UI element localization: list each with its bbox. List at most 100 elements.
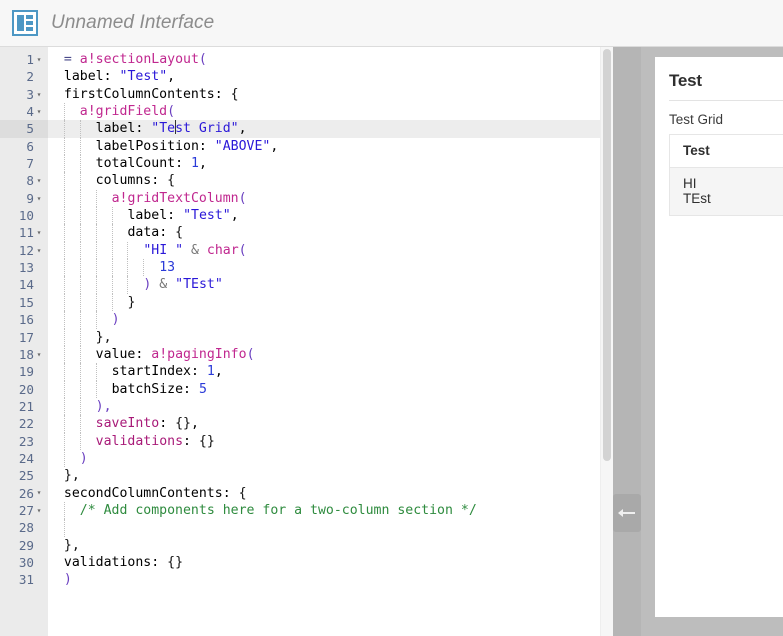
gutter-line-17[interactable]: 17 bbox=[0, 329, 48, 346]
tok-comma: , bbox=[198, 156, 207, 172]
gutter-line-3[interactable]: 3 ▾ bbox=[0, 86, 48, 103]
code-line-3[interactable]: firstColumnContents: { bbox=[48, 86, 613, 103]
tok-key-batchsize: batchSize bbox=[111, 381, 184, 397]
grid-column-header-test[interactable]: Test bbox=[670, 135, 783, 168]
code-line-10[interactable]: label: "Test", bbox=[48, 207, 613, 225]
gutter-line-24[interactable]: 24 bbox=[0, 450, 48, 467]
fold-toggle-icon[interactable]: ▾ bbox=[34, 346, 44, 363]
gutter-line-29[interactable]: 29 bbox=[0, 537, 48, 554]
gutter-line-1[interactable]: 1 ▾ bbox=[0, 51, 48, 68]
gutter-line-10[interactable]: 10 bbox=[0, 207, 48, 224]
indent-guide bbox=[127, 241, 143, 260]
gutter-line-28[interactable]: 28 bbox=[0, 519, 48, 536]
code-line-26[interactable]: secondColumnContents: { bbox=[48, 485, 613, 502]
code-line-24[interactable]: ) bbox=[48, 449, 613, 468]
gutter-line-20[interactable]: 20 bbox=[0, 381, 48, 398]
gutter-line-26[interactable]: 26 ▾ bbox=[0, 485, 48, 502]
splitter-handle[interactable] bbox=[613, 494, 641, 532]
code-line-21[interactable]: ), bbox=[48, 397, 613, 416]
gutter-line-12[interactable]: 12 ▾ bbox=[0, 242, 48, 259]
code-line-20[interactable]: batchSize: 5 bbox=[48, 380, 613, 398]
tok-colon: : bbox=[183, 433, 191, 449]
tok-close-paren: ) bbox=[63, 572, 72, 588]
code-line-31[interactable]: ) bbox=[48, 571, 613, 588]
fold-toggle-icon[interactable]: ▾ bbox=[34, 172, 44, 189]
code-line-2[interactable]: label: "Test", bbox=[48, 68, 613, 85]
code-line-12[interactable]: "HI " & char( bbox=[48, 241, 613, 260]
gutter-line-5[interactable]: 5 bbox=[0, 120, 48, 138]
code-line-4[interactable]: a!gridField( bbox=[48, 103, 613, 121]
gutter-line-4[interactable]: 4 ▾ bbox=[0, 103, 48, 120]
indent-guide bbox=[95, 207, 112, 225]
code-line-6[interactable]: labelPosition: "ABOVE", bbox=[48, 137, 613, 156]
code-line-22[interactable]: saveInto: {}, bbox=[48, 415, 613, 433]
fold-toggle-icon[interactable]: ▾ bbox=[34, 190, 44, 207]
code-line-18[interactable]: value: a!pagingInfo( bbox=[48, 345, 613, 364]
code-line-23[interactable]: validations: {} bbox=[48, 432, 613, 450]
gutter-line-25[interactable]: 25 bbox=[0, 467, 48, 484]
gutter-line-21[interactable]: 21 bbox=[0, 398, 48, 415]
gutter-line-6[interactable]: 6 bbox=[0, 138, 48, 155]
code-line-19[interactable]: startIndex: 1, bbox=[48, 363, 613, 381]
code-line-17[interactable]: }, bbox=[48, 328, 613, 346]
code-line-11[interactable]: data: { bbox=[48, 224, 613, 242]
code-line-16[interactable]: ) bbox=[48, 311, 613, 329]
code-line-8[interactable]: columns: { bbox=[48, 172, 613, 190]
code-line-30[interactable]: validations: {} bbox=[48, 554, 613, 571]
indent-guide bbox=[63, 363, 80, 381]
pane-splitter[interactable] bbox=[613, 47, 641, 636]
gutter-line-19[interactable]: 19 bbox=[0, 363, 48, 380]
tok-colon: : bbox=[222, 485, 231, 501]
fold-toggle-icon[interactable]: ▾ bbox=[34, 86, 44, 103]
gutter-line-30[interactable]: 30 bbox=[0, 554, 48, 571]
tok-colon: : bbox=[198, 138, 207, 154]
gutter-line-16[interactable]: 16 bbox=[0, 311, 48, 328]
tok-colon: : bbox=[159, 416, 168, 432]
fold-toggle-icon[interactable]: ▾ bbox=[34, 242, 44, 259]
indent-guide bbox=[79, 172, 96, 190]
code-line-15[interactable]: } bbox=[48, 293, 613, 312]
code-line-28[interactable] bbox=[48, 519, 613, 537]
gutter-line-18[interactable]: 18 ▾ bbox=[0, 346, 48, 363]
fold-toggle-icon[interactable]: ▾ bbox=[34, 502, 44, 519]
preview-grid[interactable]: Test HI TEst bbox=[669, 134, 783, 216]
expression-editor[interactable]: 1 ▾ 2 3 ▾ 4 ▾ 5 6 7 8 ▾ 9 ▾ 10 11 ▾ 12 ▾ 13 14 … bbox=[0, 47, 613, 636]
gutter-line-14[interactable]: 14 bbox=[0, 276, 48, 293]
gutter-line-9[interactable]: 9 ▾ bbox=[0, 190, 48, 207]
grid-row[interactable]: HI TEst bbox=[670, 168, 783, 215]
code-line-13[interactable]: 13 bbox=[48, 259, 613, 277]
code-line-14[interactable]: ) & "TEst" bbox=[48, 276, 613, 294]
indent-guide bbox=[79, 276, 96, 294]
gutter-line-23[interactable]: 23 bbox=[0, 433, 48, 450]
fold-toggle-icon[interactable]: ▾ bbox=[34, 103, 44, 120]
gutter-line-27[interactable]: 27 ▾ bbox=[0, 502, 48, 519]
gutter-line-8[interactable]: 8 ▾ bbox=[0, 172, 48, 189]
fold-toggle-icon[interactable]: ▾ bbox=[34, 51, 44, 68]
gutter-line-7[interactable]: 7 bbox=[0, 155, 48, 172]
indent-guide bbox=[63, 345, 80, 364]
indent-guide bbox=[127, 276, 143, 294]
code-line-27[interactable]: /* Add components here for a two-column … bbox=[48, 501, 613, 520]
code-line-29[interactable]: }, bbox=[48, 537, 613, 554]
gutter-line-11[interactable]: 11 ▾ bbox=[0, 224, 48, 241]
code-line-25[interactable]: }, bbox=[48, 467, 613, 484]
tok-str-hi: "HI " bbox=[143, 242, 184, 258]
gutter-line-31[interactable]: 31 bbox=[0, 571, 48, 588]
gutter-line-15[interactable]: 15 bbox=[0, 294, 48, 311]
indent-guide bbox=[95, 293, 112, 312]
indent-guide bbox=[111, 276, 128, 294]
indent-guide bbox=[63, 259, 80, 277]
fold-toggle-icon[interactable]: ▾ bbox=[34, 484, 44, 501]
code-line-9[interactable]: a!gridTextColumn( bbox=[48, 189, 613, 208]
code-line-5[interactable]: label: "Test Grid", bbox=[48, 120, 613, 138]
code-line-7[interactable]: totalCount: 1, bbox=[48, 155, 613, 173]
interface-title[interactable]: Unnamed Interface bbox=[51, 12, 214, 34]
fold-toggle-icon[interactable]: ▾ bbox=[34, 224, 44, 241]
scrollbar-thumb[interactable] bbox=[603, 49, 611, 462]
gutter-line-13[interactable]: 13 bbox=[0, 259, 48, 276]
gutter-line-22[interactable]: 22 bbox=[0, 415, 48, 432]
code-line-1[interactable]: = a!sectionLayout( bbox=[48, 51, 613, 68]
gutter-line-2[interactable]: 2 bbox=[0, 68, 48, 85]
code-text-area[interactable]: = a!sectionLayout( label: "Test", firstC… bbox=[48, 47, 613, 636]
editor-vertical-scrollbar[interactable] bbox=[600, 47, 613, 636]
